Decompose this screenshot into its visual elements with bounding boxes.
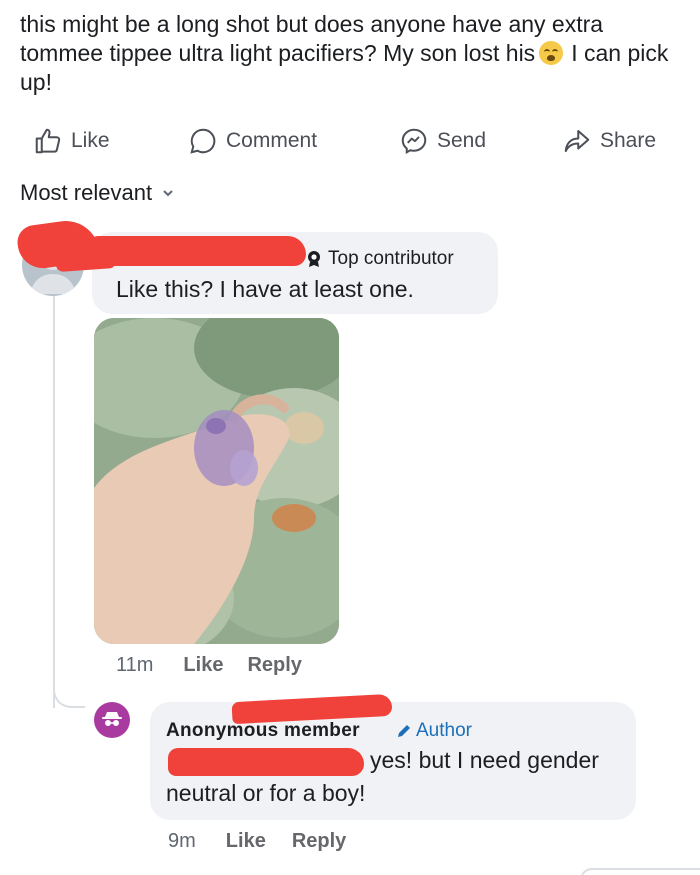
reply-meta: 9m Like Reply — [168, 830, 346, 853]
like-button[interactable]: Like — [33, 118, 110, 164]
reply-text-line-1: yes! but I need gender — [370, 747, 599, 773]
top-contributor-badge: Top contributor — [305, 248, 454, 270]
comment-text: Like this? I have at least one. — [116, 276, 414, 302]
like-button-label: Like — [71, 129, 110, 152]
post-text-main: this might be a long shot but does anyon… — [20, 11, 604, 66]
sort-label: Most relevant — [20, 180, 153, 205]
send-button[interactable]: Send — [399, 118, 486, 164]
speech-bubble-icon — [190, 128, 216, 154]
top-contributor-label: Top contributor — [328, 248, 454, 269]
reply-text-line-2: neutral or for a boy! — [166, 780, 366, 806]
thumbs-up-icon — [35, 128, 61, 154]
comment-timestamp: 11m — [116, 654, 154, 676]
chevron-down-icon — [163, 190, 173, 197]
comment-button-label: Comment — [226, 129, 318, 152]
next-comment-edge — [580, 868, 700, 875]
reply-author-name[interactable]: Anonymous member — [166, 720, 360, 742]
share-button[interactable]: Share — [562, 118, 656, 164]
reply-timestamp: 9m — [168, 830, 196, 852]
messenger-icon — [401, 128, 427, 154]
post-text: this might be a long shot but does anyon… — [20, 10, 680, 97]
share-arrow-icon — [564, 130, 590, 152]
comment-meta: 11m Like Reply — [116, 654, 302, 677]
comment-sort-dropdown[interactable]: Most relevant — [20, 180, 174, 206]
comment-button[interactable]: Comment — [188, 118, 317, 164]
comment-photo-pacifier[interactable] — [94, 318, 339, 644]
anonymous-avatar-icon[interactable] — [94, 702, 130, 738]
crying-face-emoji-icon — [539, 41, 564, 65]
author-badge: Author — [396, 720, 472, 742]
post-action-bar: Like Comment Send Share — [0, 118, 700, 164]
thread-connector-line — [53, 290, 55, 708]
reply-like-button[interactable]: Like — [226, 830, 266, 853]
author-badge-label: Author — [416, 720, 472, 741]
reply-reply-button[interactable]: Reply — [292, 830, 346, 853]
redacted-commenter-name — [88, 236, 306, 266]
comment-like-button[interactable]: Like — [183, 654, 223, 677]
comment-reply-button[interactable]: Reply — [247, 654, 301, 677]
thread-connector-curve — [53, 672, 85, 708]
share-button-label: Share — [600, 129, 657, 152]
send-button-label: Send — [437, 129, 487, 152]
award-ribbon-icon — [308, 251, 320, 267]
redacted-reply-text — [168, 748, 364, 776]
pencil-icon — [398, 725, 410, 737]
